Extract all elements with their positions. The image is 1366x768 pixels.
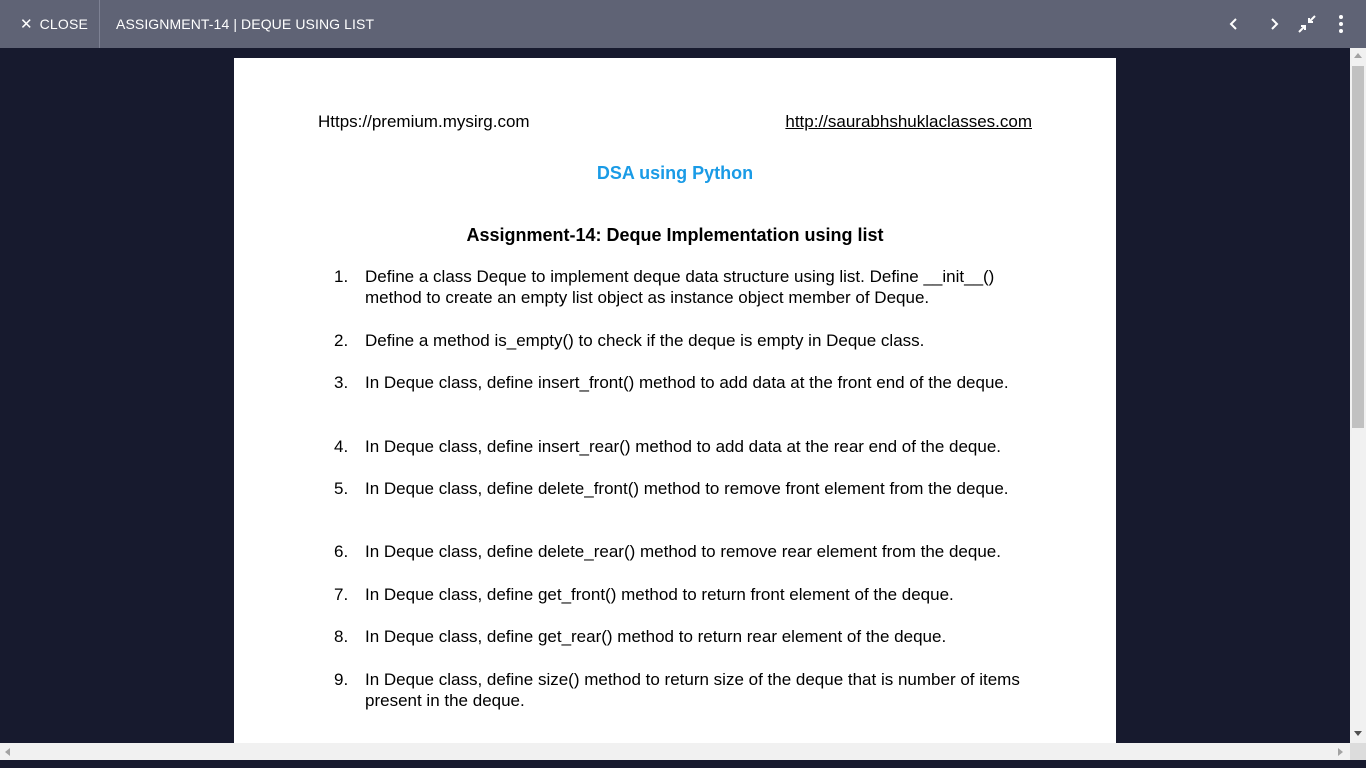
list-item: 9. In Deque class, define size() method …	[334, 669, 1034, 711]
list-item: 3. In Deque class, define insert_front()…	[334, 372, 1034, 393]
list-item: 7. In Deque class, define get_front() me…	[334, 584, 1034, 605]
list-item-text: In Deque class, define get_front() metho…	[365, 585, 954, 604]
list-item: 1. Define a class Deque to implement deq…	[334, 266, 1034, 308]
header-left-url: Https://premium.mysirg.com	[318, 112, 530, 131]
list-item-text: In Deque class, define get_rear() method…	[365, 627, 947, 646]
viewer-toolbar: ✕ CLOSE ASSIGNMENT-14 | DEQUE USING LIST	[0, 0, 1366, 48]
list-item-number: 3.	[334, 373, 349, 392]
list-item-text: Define a method is_empty() to check if t…	[365, 331, 925, 350]
chevron-left-icon[interactable]	[1222, 12, 1246, 36]
horizontal-scrollbar[interactable]	[0, 743, 1350, 760]
list-item-text: In Deque class, define delete_rear() met…	[365, 542, 1001, 561]
list-item-number: 1.	[334, 267, 349, 286]
scroll-up-icon[interactable]	[1354, 53, 1362, 58]
list-item: 5. In Deque class, define delete_front()…	[334, 478, 1034, 499]
list-item-number: 5.	[334, 479, 349, 498]
list-item-text: In Deque class, define delete_front() me…	[365, 479, 1009, 498]
list-item-number: 2.	[334, 331, 349, 350]
list-item-number: 9.	[334, 670, 349, 689]
list-item: 4. In Deque class, define insert_rear() …	[334, 436, 1034, 457]
close-icon: ✕	[20, 15, 33, 33]
close-button[interactable]: ✕ CLOSE	[0, 0, 100, 48]
list-item-text: Define a class Deque to implement deque …	[365, 267, 995, 307]
scroll-left-icon[interactable]	[5, 748, 10, 756]
list-item-number: 4.	[334, 437, 349, 456]
list-item: 8. In Deque class, define get_rear() met…	[334, 626, 1034, 647]
document-title: ASSIGNMENT-14 | DEQUE USING LIST	[116, 16, 375, 32]
list-item-text: In Deque class, define size() method to …	[365, 670, 1020, 710]
document-viewer[interactable]: Https://premium.mysirg.com http://saurab…	[0, 48, 1350, 743]
list-item-number: 8.	[334, 627, 349, 646]
list-item-text: In Deque class, define insert_front() me…	[365, 373, 1009, 392]
vertical-scrollbar[interactable]	[1350, 48, 1366, 743]
vertical-scroll-thumb[interactable]	[1352, 66, 1364, 428]
list-item-text: In Deque class, define insert_rear() met…	[365, 437, 1002, 456]
more-vert-icon[interactable]	[1329, 12, 1353, 36]
list-item: 6. In Deque class, define delete_rear() …	[334, 541, 1034, 562]
list-item: 2. Define a method is_empty() to check i…	[334, 330, 1034, 351]
subject-title: DSA using Python	[596, 163, 754, 183]
scrollbar-corner	[1350, 743, 1366, 760]
exit-fullscreen-icon[interactable]	[1295, 12, 1319, 36]
close-label: CLOSE	[39, 16, 89, 32]
header-right-link[interactable]: http://saurabhshuklaclasses.com	[785, 112, 1032, 132]
chevron-right-icon[interactable]	[1262, 12, 1286, 36]
scroll-right-icon[interactable]	[1338, 748, 1343, 756]
assignment-heading: Assignment-14: Deque Implementation usin…	[466, 225, 884, 245]
document-page: Https://premium.mysirg.com http://saurab…	[234, 58, 1116, 743]
scroll-down-icon[interactable]	[1354, 731, 1362, 736]
list-item-number: 7.	[334, 585, 349, 604]
list-item-number: 6.	[334, 542, 349, 561]
